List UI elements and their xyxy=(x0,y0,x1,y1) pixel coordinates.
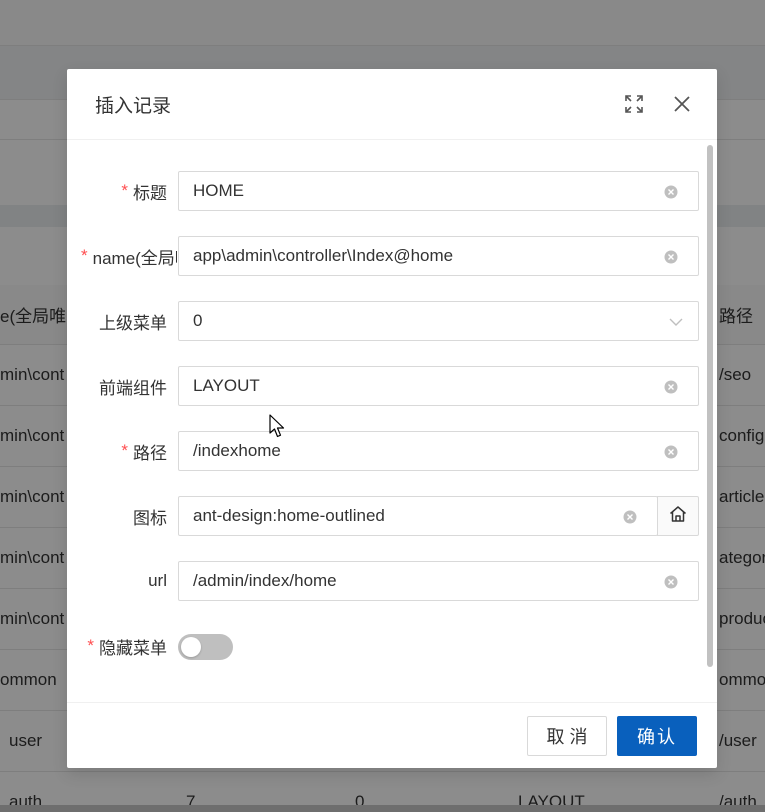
path-label-text: 路径 xyxy=(133,443,167,463)
clear-icon[interactable] xyxy=(622,509,638,525)
component-label: 前端组件 xyxy=(99,378,167,398)
form-row-icon: 图标 ant-design:home-outlined xyxy=(67,496,707,536)
form-row-path: * 路径 /indexhome xyxy=(67,431,707,471)
required-mark: * xyxy=(87,636,94,655)
icon-label: 图标 xyxy=(133,508,167,528)
home-icon xyxy=(668,504,688,529)
icon-input[interactable]: ant-design:home-outlined xyxy=(178,496,658,536)
title-label-text: 标题 xyxy=(133,183,167,203)
clear-icon[interactable] xyxy=(663,444,679,460)
modal-title: 插入记录 xyxy=(95,96,172,117)
confirm-button[interactable]: 确认 xyxy=(617,716,697,756)
title-input[interactable]: HOME xyxy=(178,171,699,211)
name-label-text: name(全局唯一) xyxy=(92,248,177,268)
clear-icon[interactable] xyxy=(663,379,679,395)
modal-footer: 取 消 确认 xyxy=(67,702,717,768)
clear-icon[interactable] xyxy=(663,249,679,265)
parent-menu-select[interactable]: 0 xyxy=(178,301,699,341)
name-input-value: app\admin\controller\Index@home xyxy=(193,246,454,265)
mouse-cursor-icon xyxy=(269,414,287,440)
insert-record-modal: 插入记录 * 标题 HOME * name(全局 app\admin\contr… xyxy=(67,69,717,768)
expand-icon[interactable] xyxy=(621,91,647,117)
clear-icon[interactable] xyxy=(663,574,679,590)
hide-menu-label-text: 隐藏菜单 xyxy=(99,638,167,658)
component-input[interactable]: LAYOUT xyxy=(178,366,699,406)
form-row-url: url /admin/index/home xyxy=(67,561,707,601)
parent-menu-label: 上级菜单 xyxy=(99,313,167,333)
hide-menu-label: * 隐藏菜单 xyxy=(87,626,167,666)
url-input-value: /admin/index/home xyxy=(193,571,337,590)
path-input-value: /indexhome xyxy=(193,441,281,460)
cancel-button[interactable]: 取 消 xyxy=(527,716,607,756)
component-input-value: LAYOUT xyxy=(193,376,260,395)
required-mark: * xyxy=(121,181,128,200)
form-row-hide-menu: * 隐藏菜单 xyxy=(67,626,707,666)
path-input[interactable]: /indexhome xyxy=(178,431,699,471)
form-row-title: * 标题 HOME xyxy=(67,171,707,211)
title-input-value: HOME xyxy=(193,181,244,200)
title-label: * 标题 xyxy=(121,171,167,211)
form-row-component: 前端组件 LAYOUT xyxy=(67,366,707,406)
hide-menu-switch[interactable] xyxy=(178,634,233,660)
switch-knob xyxy=(181,637,201,657)
chevron-down-icon xyxy=(668,314,684,330)
url-input[interactable]: /admin/index/home xyxy=(178,561,699,601)
clear-icon[interactable] xyxy=(663,184,679,200)
close-icon[interactable] xyxy=(669,91,695,117)
modal-scrollbar[interactable] xyxy=(707,145,713,667)
form-row-parent-menu: 上级菜单 0 xyxy=(67,301,707,341)
path-label: * 路径 xyxy=(121,431,167,471)
name-label: *name(全局唯一) xyxy=(81,236,177,276)
icon-picker-button[interactable] xyxy=(657,496,699,536)
icon-input-value: ant-design:home-outlined xyxy=(193,506,385,525)
required-mark: * xyxy=(81,246,88,265)
modal-header: 插入记录 xyxy=(67,69,717,140)
required-mark: * xyxy=(121,441,128,460)
form-row-name: *name(全局唯一) app\admin\controller\Index@h… xyxy=(67,236,707,276)
parent-menu-value: 0 xyxy=(193,311,203,330)
url-label: url xyxy=(148,571,167,590)
modal-body: *标题 HOME *name(全局唯一) app\admin\controlle… xyxy=(67,141,717,701)
name-input[interactable]: app\admin\controller\Index@home xyxy=(178,236,699,276)
